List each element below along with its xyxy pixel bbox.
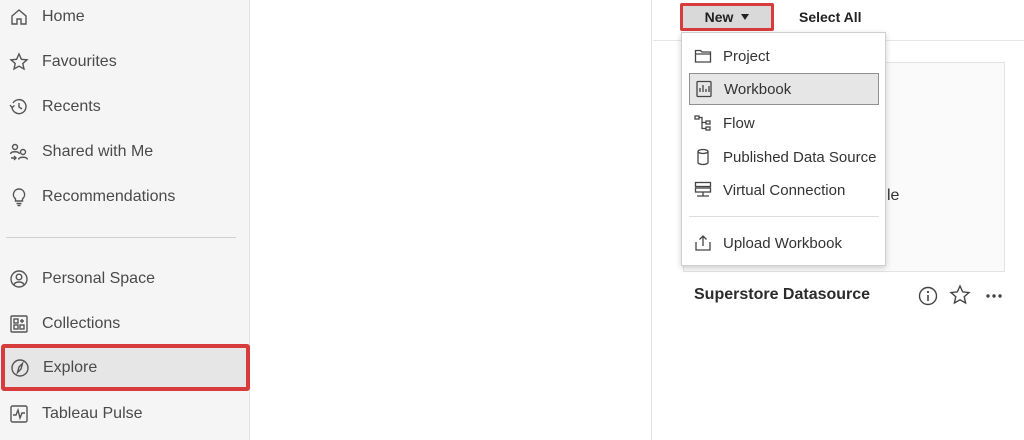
card-text-fragment: le [887, 187, 900, 204]
content-area [251, 0, 652, 440]
sidebar-item-label: Recents [42, 97, 101, 115]
sidebar-item-label: Shared with Me [42, 142, 154, 160]
sidebar-item-personal-space[interactable]: Personal Space [0, 256, 250, 301]
flow-icon [694, 114, 712, 132]
datasource-title[interactable]: Superstore Datasource [694, 286, 870, 304]
select-all-button[interactable]: Select All [799, 9, 862, 25]
more-options-icon[interactable] [984, 288, 1004, 304]
home-icon [8, 6, 30, 28]
new-button-label: New [704, 9, 734, 25]
menu-divider [689, 216, 879, 217]
sidebar-item-label: Explore [43, 358, 98, 376]
menu-item-virtual-connection[interactable]: Virtual Connection [689, 174, 879, 206]
new-dropdown-menu: Project Workbook Flow Published Data Sou… [681, 32, 886, 266]
person-icon [8, 268, 30, 290]
compass-icon [9, 357, 31, 379]
menu-item-label: Project [723, 47, 770, 65]
menu-item-upload-workbook[interactable]: Upload Workbook [689, 227, 879, 259]
star-icon [8, 51, 30, 73]
sidebar-item-recents[interactable]: Recents [0, 84, 250, 129]
sidebar-item-favourites[interactable]: Favourites [0, 39, 250, 84]
new-button[interactable]: New [680, 3, 774, 31]
pulse-icon [8, 403, 30, 425]
caret-down-icon [741, 14, 750, 20]
upload-icon [694, 234, 712, 252]
sidebar: Home Favourites Recents Shared with Me R… [0, 0, 250, 440]
sidebar-item-label: Tableau Pulse [42, 404, 143, 422]
collections-grid-icon [8, 313, 30, 335]
menu-item-label: Published Data Source [723, 148, 877, 166]
menu-item-flow[interactable]: Flow [689, 107, 879, 139]
workbook-icon [695, 80, 713, 98]
info-icon[interactable] [918, 286, 938, 306]
sidebar-item-shared-with-me[interactable]: Shared with Me [0, 129, 250, 174]
lightbulb-icon [8, 186, 30, 208]
menu-item-label: Virtual Connection [723, 181, 846, 199]
database-icon [694, 148, 712, 166]
menu-item-label: Flow [723, 114, 755, 132]
menu-item-workbook[interactable]: Workbook [689, 73, 879, 105]
sidebar-item-collections[interactable]: Collections [0, 301, 250, 346]
menu-item-label: Workbook [724, 80, 792, 98]
sidebar-item-label: Personal Space [42, 269, 155, 287]
sidebar-divider [6, 237, 236, 238]
folder-icon [694, 47, 712, 65]
favourite-star-icon[interactable] [949, 284, 971, 306]
sidebar-item-tableau-pulse[interactable]: Tableau Pulse [0, 391, 250, 436]
server-icon [694, 181, 712, 199]
sidebar-item-recommendations[interactable]: Recommendations [0, 174, 250, 219]
sidebar-item-label: Collections [42, 314, 121, 332]
sidebar-item-label: Favourites [42, 52, 117, 70]
sidebar-item-home[interactable]: Home [0, 0, 250, 39]
sidebar-item-label: Home [42, 7, 85, 25]
menu-item-label: Upload Workbook [723, 234, 842, 252]
shared-users-icon [8, 141, 30, 163]
sidebar-item-label: Recommendations [42, 187, 176, 205]
sidebar-item-explore[interactable]: Explore [1, 344, 250, 391]
menu-item-project[interactable]: Project [689, 40, 879, 72]
history-icon [8, 96, 30, 118]
menu-item-published-data-source[interactable]: Published Data Source [689, 141, 879, 173]
